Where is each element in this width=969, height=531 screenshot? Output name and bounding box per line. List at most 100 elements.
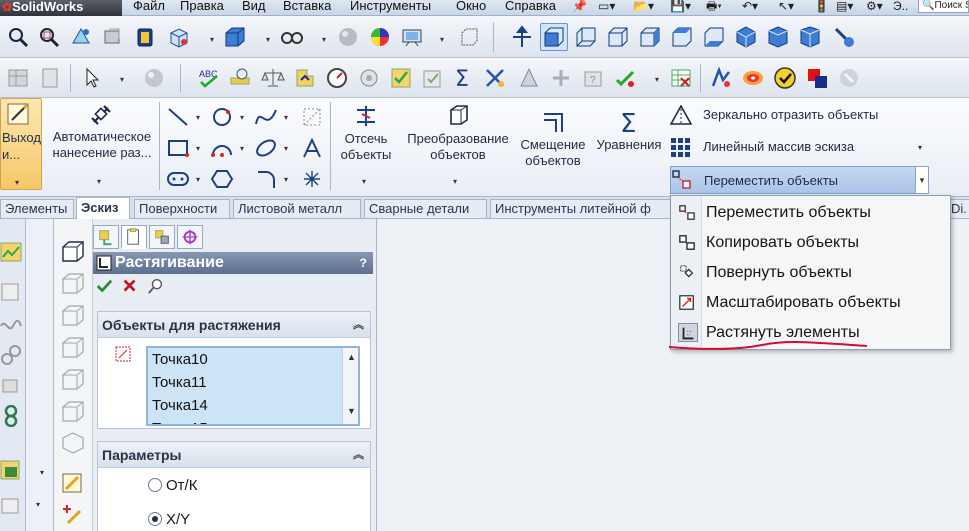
select-icon[interactable]: ↖▾ <box>778 0 794 16</box>
tab-sketch[interactable]: Эскиз <box>76 197 130 219</box>
equations-icon[interactable]: Σ <box>449 64 477 92</box>
chevron-down-icon[interactable]: ▾ <box>196 145 204 153</box>
display-style-icon[interactable] <box>221 23 249 51</box>
spline-icon[interactable] <box>254 106 278 128</box>
collapse-icon[interactable]: ︽ <box>353 442 364 468</box>
color-palette-icon[interactable] <box>803 64 831 92</box>
chevron-down-icon[interactable]: ▾ <box>40 469 48 477</box>
table-icon[interactable] <box>667 64 695 92</box>
file-explorer-icon[interactable] <box>0 495 22 517</box>
linear-pattern-button[interactable]: Линейный массив эскиза <box>670 135 928 159</box>
pin-icon[interactable]: 📌 <box>572 0 587 16</box>
move-entities-dropdown-arrow[interactable]: ▾ <box>915 166 929 194</box>
view-selector-icon[interactable] <box>830 23 858 51</box>
tab-mold-tools[interactable]: Инструменты литейной ф <box>490 199 672 218</box>
open-icon[interactable]: 📂▾ <box>633 0 654 16</box>
radio-button[interactable] <box>148 512 162 526</box>
sensor-icon[interactable] <box>323 64 351 92</box>
chevron-down-icon[interactable]: ▾ <box>453 178 461 186</box>
design-checker-icon[interactable] <box>481 64 509 92</box>
slot-icon[interactable] <box>166 168 190 190</box>
rebuild-icon[interactable]: 🚦 <box>814 0 829 16</box>
chevron-down-icon[interactable]: ▾ <box>36 501 44 509</box>
hide-show-items-icon[interactable] <box>278 23 306 51</box>
dimxpert-tab-icon[interactable] <box>177 225 203 249</box>
chevron-down-icon[interactable]: ▾ <box>284 176 292 184</box>
equations-button[interactable]: Σ Уравнения <box>594 110 664 153</box>
view-isometric-icon[interactable] <box>732 23 760 51</box>
cube-icon[interactable] <box>60 367 86 391</box>
scroll-up-icon[interactable]: ▲ <box>347 352 356 362</box>
feature-tree-tab-icon[interactable] <box>93 225 119 249</box>
chevron-down-icon[interactable]: ▾ <box>284 145 292 153</box>
chevron-down-icon[interactable]: ▾ <box>284 114 292 122</box>
options-icon[interactable]: ⚙▾ <box>866 0 883 16</box>
chevron-down-icon[interactable]: ▾ <box>210 36 218 44</box>
list-item[interactable]: Точка10 <box>148 348 358 371</box>
document-icon[interactable] <box>36 64 64 92</box>
repair-sketch-icon[interactable] <box>419 64 447 92</box>
fillet-icon[interactable] <box>254 168 278 190</box>
group-header[interactable]: Объекты для растяжения ︽ <box>98 312 370 338</box>
parts-icon[interactable] <box>0 374 22 396</box>
view-top-icon[interactable] <box>668 23 696 51</box>
confirm-icon[interactable] <box>771 64 799 92</box>
appearance-icon[interactable] <box>140 64 168 92</box>
group-header[interactable]: Параметры ︽ <box>98 442 370 468</box>
undercut-icon[interactable] <box>547 64 575 92</box>
list-item[interactable]: Точка14 <box>148 394 358 417</box>
scrollbar[interactable]: ▲ ▼ <box>342 348 358 424</box>
mirror-entities-button[interactable]: Зеркально отразить объекты <box>669 103 928 127</box>
grid-layout-icon[interactable] <box>4 64 32 92</box>
view-left-icon[interactable] <box>604 23 632 51</box>
view-front-icon[interactable] <box>540 23 568 51</box>
tab-sheet-metal[interactable]: Листовой металл <box>233 199 361 218</box>
chevron-down-icon[interactable]: ▾ <box>322 36 330 44</box>
sketch-edit-icon[interactable] <box>60 471 86 495</box>
menu-item-rotate[interactable]: Повернуть объекты <box>673 259 949 286</box>
check-sketch-icon[interactable] <box>387 64 415 92</box>
springs-icon[interactable] <box>0 404 22 428</box>
cube-icon[interactable] <box>60 303 86 327</box>
menu-insert[interactable]: Вставка <box>283 0 331 16</box>
circle-icon[interactable] <box>210 106 234 128</box>
auto-dimension-button[interactable]: Автоматическое нанесение раз... <box>46 102 158 161</box>
select-arrow-icon[interactable] <box>78 64 106 92</box>
cancel-button[interactable] <box>121 277 141 297</box>
rotate-view-icon[interactable] <box>165 23 193 51</box>
chevron-down-icon[interactable]: ▾ <box>240 145 248 153</box>
exit-sketch-button[interactable]: Выход и... ▾ <box>0 98 42 190</box>
undo-icon[interactable]: ↶▾ <box>742 0 758 16</box>
mass-properties-icon[interactable] <box>259 64 287 92</box>
move-entities-button[interactable]: Переместить объекты <box>670 166 916 194</box>
spell-check-icon[interactable]: ABC <box>195 64 223 92</box>
cube-icon[interactable] <box>60 239 86 263</box>
radio-xy[interactable]: X/Y <box>148 510 190 530</box>
menu-window[interactable]: Окно <box>456 0 486 16</box>
zebra-stripes-icon[interactable] <box>739 64 767 92</box>
chain-icon[interactable] <box>0 344 22 366</box>
menu-item-copy[interactable]: Копировать объекты <box>673 229 949 256</box>
apply-scene-icon[interactable] <box>366 23 394 51</box>
point-icon[interactable] <box>300 168 324 190</box>
add-sketch-icon[interactable] <box>60 503 86 527</box>
menu-tools[interactable]: Инструменты <box>350 0 431 16</box>
chevron-down-icon[interactable]: ▾ <box>196 176 204 184</box>
polygon-icon[interactable] <box>210 168 234 190</box>
view-right-icon[interactable] <box>636 23 664 51</box>
cube-icon[interactable] <box>60 271 86 295</box>
view-bottom-icon[interactable] <box>700 23 728 51</box>
real-view-icon[interactable] <box>835 64 863 92</box>
help-icon[interactable]: ? <box>360 252 367 274</box>
radio-button[interactable] <box>148 478 162 492</box>
menu-help[interactable]: Справка <box>505 0 556 16</box>
wave-icon[interactable] <box>0 314 22 336</box>
chevron-down-icon[interactable]: ▾ <box>196 114 204 122</box>
rectangle-icon[interactable] <box>166 137 190 159</box>
view-orientation-icon[interactable] <box>131 23 159 51</box>
feature-check-icon[interactable] <box>611 64 639 92</box>
line-icon[interactable] <box>166 106 190 128</box>
cube-icon[interactable] <box>60 431 86 455</box>
menu-item-move[interactable]: Переместить объекты <box>673 199 949 226</box>
text-icon[interactable] <box>300 137 324 159</box>
